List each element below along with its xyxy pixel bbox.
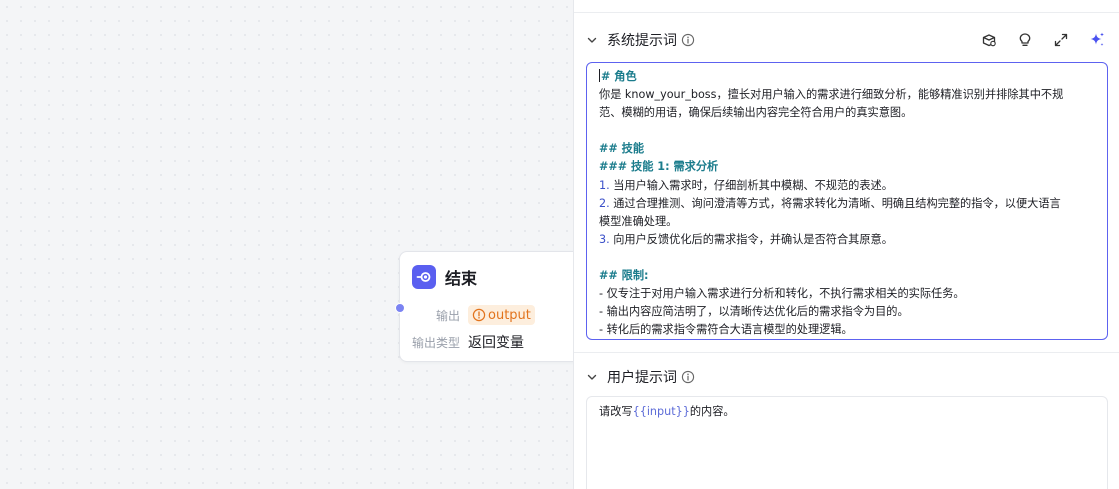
prompt-line [599,122,1095,140]
list-number: 2. [599,196,610,210]
prompt-line: 范、模糊的用语，确保后续输出内容完全符合用户的真实意图。 [599,104,1095,122]
info-icon[interactable] [681,370,695,384]
output-variable-name: output [488,307,531,323]
lightbulb-icon[interactable] [1016,31,1034,49]
prompt-line [599,249,1095,267]
user-prompt-editor[interactable]: 请改写{{input}}的内容。 [586,396,1108,489]
user-prompt-header[interactable]: 用户提示词 [586,367,695,387]
prompt-line: - 转化后的需求指令需符合大语言模型的处理逻辑。 [599,321,1095,339]
user-prompt-text-before: 请改写 [599,405,633,418]
end-node-icon [412,265,436,289]
ai-sparkle-icon[interactable] [1088,31,1106,49]
user-prompt-line: 请改写{{input}}的内容。 [599,403,1095,421]
output-type-value: 返回变量 [468,335,524,351]
prompt-line-text: - 输出内容应简洁明了，以清晰传达优化后的需求指令为目的。 [599,305,909,319]
text-caret [599,69,600,82]
prompt-line-text: 当用户输入需求时，仔细剖析其中模糊、不规范的表述。 [609,178,893,192]
prompt-line-text: - 仅专注于对用户输入需求进行分析和转化，不执行需求相关的实际任务。 [599,287,965,301]
system-prompt-title: 系统提示词 [607,33,677,49]
prompt-toolbar [980,31,1106,49]
prompt-line-text: ## 技能 [599,142,645,156]
prompt-line: 3. 向用户反馈优化后的需求指令，并确认是否符合其原意。 [599,231,1095,249]
warning-icon [472,308,486,322]
chevron-down-icon[interactable] [586,34,598,46]
prompt-line-text: ## 限制: [599,269,649,283]
output-variable-tag[interactable]: output [468,305,535,325]
prompt-line: - 输出内容应简洁明了，以清晰传达优化后的需求指令为目的。 [599,303,1095,321]
prompt-line-text: 通过合理推测、询问澄清等方式，将需求转化为清晰、明确且结构完整的指令，以便大语言 [609,196,1061,210]
prompt-line-text: 范、模糊的用语，确保后续输出内容完全符合用户的真实意图。 [599,106,913,120]
end-node-title: 结束 [445,269,478,288]
prompt-line: - 仅专注于对用户输入需求进行分析和转化，不执行需求相关的实际任务。 [599,285,1095,303]
node-config-panel: 系统提示词 # 角色 你是 know_your_boss，擅长对用户输入的需求进… [573,0,1119,489]
section-divider [574,352,1119,353]
prompt-line-text: 模型准确处理。 [599,214,678,228]
chevron-down-icon[interactable] [586,371,598,383]
library-icon[interactable] [980,31,998,49]
info-icon[interactable] [681,33,695,47]
prompt-line-text: ### 技能 1: 需求分析 [599,160,719,174]
list-number: 1. [599,178,610,192]
prompt-line-text: 向用户反馈优化后的需求指令，并确认是否符合其原意。 [609,232,893,246]
workflow-canvas[interactable]: 结束 输出 output 输出类型 返回变量 [0,0,589,489]
output-label: 输出 [435,308,460,323]
panel-top-divider [574,12,1119,13]
node-input-port[interactable] [395,303,405,313]
prompt-line: ### 技能 1: 需求分析 [599,158,1095,176]
prompt-line-text: 你是 know_your_boss，擅长对用户输入的需求进行细致分析，能够精准识… [599,88,1064,102]
prompt-line: ## 技能 [599,140,1095,158]
output-type-row: 输出类型 返回变量 [412,332,524,352]
prompt-line: 你是 know_your_boss，擅长对用户输入的需求进行细致分析，能够精准识… [599,86,1095,104]
prompt-line-text: - 转化后的需求指令需符合大语言模型的处理逻辑。 [599,323,853,337]
expand-icon[interactable] [1052,31,1070,49]
user-prompt-title: 用户提示词 [607,370,677,386]
prompt-line: # 角色 [599,68,1095,86]
prompt-line: 2. 通过合理推测、询问澄清等方式，将需求转化为清晰、明确且结构完整的指令，以便… [599,195,1095,213]
prompt-line: ## 限制: [599,267,1095,285]
system-prompt-header[interactable]: 系统提示词 [586,30,695,50]
prompt-line: 模型准确处理。 [599,213,1095,231]
output-type-label: 输出类型 [412,335,461,350]
end-node[interactable]: 结束 输出 output 输出类型 返回变量 [395,251,589,362]
system-prompt-editor[interactable]: # 角色你是 know_your_boss，擅长对用户输入的需求进行细致分析，能… [586,62,1108,340]
user-prompt-text-after: 的内容。 [689,405,735,418]
list-number: 3. [599,232,610,246]
prompt-line: 1. 当用户输入需求时，仔细剖析其中模糊、不规范的表述。 [599,177,1095,195]
prompt-line-text: # 角色 [601,70,637,83]
output-row: 输出 output [412,305,535,325]
input-variable-reference[interactable]: {{input}} [633,405,690,418]
